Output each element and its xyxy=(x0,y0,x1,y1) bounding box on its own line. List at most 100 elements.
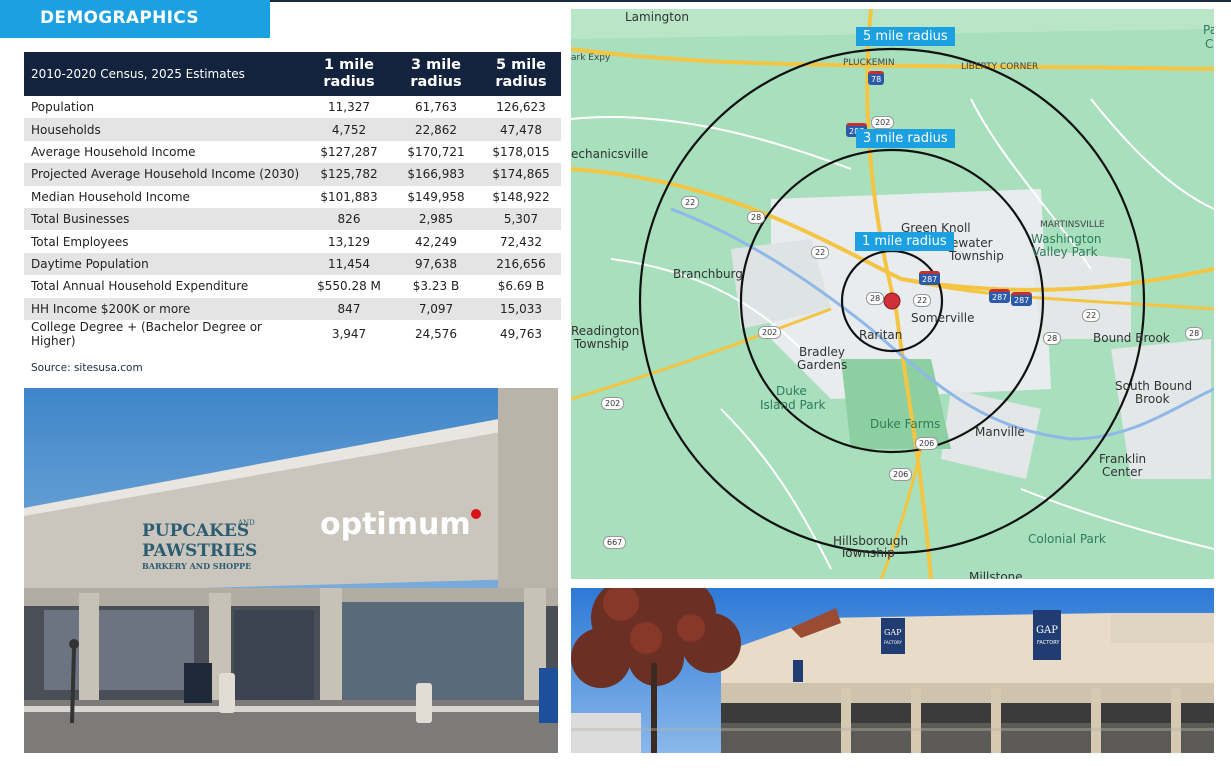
table-row: HH Income $200K or more 847 7,097 15,033 xyxy=(24,297,561,320)
map-place-label: Washington xyxy=(1031,232,1102,246)
cell-5-mile: $178,015 xyxy=(492,144,550,159)
map-place-label: Brook xyxy=(1135,392,1170,406)
row-label: Total Annual Household Expenditure xyxy=(31,279,249,294)
site-marker xyxy=(883,292,901,310)
table-header-row: 2010-2020 Census, 2025 Estimates 1 mile … xyxy=(24,52,561,96)
map-place-label: Township xyxy=(949,249,1004,263)
cell-1-mile: 3,947 xyxy=(331,326,367,341)
map-place-label: Pa xyxy=(1203,23,1214,37)
map-place-label: Island Park xyxy=(760,398,826,412)
cell-5-mile: 72,432 xyxy=(500,234,542,249)
table-row: Median Household Income $101,883 $149,958 $… xyxy=(24,186,561,208)
route-shield: 206 xyxy=(889,468,913,481)
cell-3-mile: $166,983 xyxy=(391,163,481,186)
route-shield: 287 xyxy=(989,289,1011,303)
map-place-label: Millstone xyxy=(969,570,1023,579)
row-label: Households xyxy=(24,118,307,141)
map-place-label: MARTINSVILLE xyxy=(1040,220,1105,230)
cell-5-mile: 49,763 xyxy=(500,326,542,341)
col-1-mile: 1 mile radius xyxy=(307,52,391,96)
optimum-logo-dot xyxy=(471,509,481,519)
cell-1-mile: $125,782 xyxy=(307,163,391,186)
storefront-photo-optimum: PUPCAKES AND PAWSTRIES BARKERY AND SHOPP… xyxy=(24,388,558,753)
cell-3-mile: 2,985 xyxy=(391,207,481,231)
row-label: HH Income $200K or more xyxy=(24,297,307,320)
table-row: Average Household Income $127,287 $170,721… xyxy=(24,141,561,163)
row-label: Projected Average Household Income (2030… xyxy=(24,163,307,186)
row-label: Average Household Income xyxy=(31,144,196,159)
map-place-label: LIBERTY CORNER xyxy=(961,62,1039,72)
row-label: Median Household Income xyxy=(31,189,190,204)
table-row: Projected Average Household Income (2030… xyxy=(24,163,561,186)
route-shield: 28 xyxy=(1043,332,1062,345)
cell-1-mile: 11,327 xyxy=(328,100,370,115)
table-row: Daytime Population 11,454 97,638 216,656 xyxy=(24,252,561,276)
row-label: Total Businesses xyxy=(24,207,307,231)
header-rule xyxy=(270,0,1231,2)
source-note: Source: sitesusa.com xyxy=(31,362,143,374)
cell-1-mile: $550.28 M xyxy=(317,279,381,294)
cell-3-mile: 42,249 xyxy=(415,234,457,249)
table-row: Households 4,752 22,862 47,478 xyxy=(24,118,561,141)
cell-5-mile: $148,922 xyxy=(492,189,550,204)
table-row: College Degree + (Bachelor Degree or Hig… xyxy=(24,320,561,348)
cell-1-mile: $127,287 xyxy=(320,144,378,159)
pupcakes-sign-line3: BARKERY AND SHOPPE xyxy=(142,561,251,571)
map-place-label: Colonial Park xyxy=(1028,532,1106,546)
cell-1-mile: 847 xyxy=(307,297,391,320)
map-place-label: Bound Brook xyxy=(1093,331,1170,345)
pupcakes-sign-amp: AND xyxy=(237,519,255,527)
radius-map: Lamington PLUCKEMIN LIBERTY CORNER echanics… xyxy=(571,9,1214,579)
map-place-label: Lamington xyxy=(625,10,689,24)
map-place-label: Manville xyxy=(975,425,1025,439)
table-row: Total Employees 13,129 42,249 72,432 xyxy=(24,230,561,252)
cell-3-mile: 97,638 xyxy=(391,252,481,276)
route-shield: 28 xyxy=(866,292,885,305)
cell-1-mile: 4,752 xyxy=(307,118,391,141)
row-label: College Degree + (Bachelor Degree or Hig… xyxy=(31,319,262,348)
pupcakes-sign-line2: PAWSTRIES xyxy=(142,541,257,561)
col-5-mile: 5 mile radius xyxy=(481,52,561,96)
map-place-label: South Bound xyxy=(1115,379,1193,393)
cell-1-mile: $101,883 xyxy=(320,189,378,204)
map-place-label: ark Expy xyxy=(571,53,611,63)
table-row: Total Businesses 826 2,985 5,307 xyxy=(24,207,561,231)
map-place-label: Somerville xyxy=(911,311,975,325)
table-row: Population 11,327 61,763 126,623 xyxy=(24,96,561,118)
cell-3-mile: $170,721 xyxy=(407,144,465,159)
map-place-label: Branchburg xyxy=(673,267,743,281)
map-place-label: Readington xyxy=(571,324,640,338)
map-place-label: Duke xyxy=(776,384,807,398)
map-place-label: Bradley xyxy=(799,345,845,359)
cell-5-mile: 47,478 xyxy=(481,118,561,141)
cell-5-mile: 216,656 xyxy=(481,252,561,276)
map-place-label: Franklin xyxy=(1099,452,1147,466)
gap-sign-small-sub: FACTORY xyxy=(884,640,903,645)
row-label: Total Employees xyxy=(31,234,129,249)
route-shield: 287 xyxy=(1011,292,1033,306)
cell-5-mile: 126,623 xyxy=(496,100,546,115)
map-place-label: echanicsville xyxy=(571,147,649,161)
route-shield: 202 xyxy=(601,397,625,410)
map-place-label: Township xyxy=(840,546,895,560)
route-shield: 206 xyxy=(915,437,939,450)
one-mile-label: 1 mile radius xyxy=(855,232,954,251)
cell-3-mile: 7,097 xyxy=(391,297,481,320)
map-place-label: C xyxy=(1205,37,1214,51)
gap-sign-far xyxy=(793,660,803,682)
gap-sign-large-text: GAP xyxy=(1036,625,1058,636)
cell-3-mile: $3.23 B xyxy=(412,279,460,294)
cell-3-mile: 24,576 xyxy=(415,326,457,341)
table-row: Total Annual Household Expenditure $550.2… xyxy=(24,275,561,297)
map-place-label: ewater xyxy=(951,236,993,250)
cell-1-mile: 826 xyxy=(307,207,391,231)
route-shield: 22 xyxy=(681,196,700,209)
gap-sign-small-text: GAP xyxy=(884,628,902,637)
cell-5-mile: $174,865 xyxy=(481,163,561,186)
map-place-label: Center xyxy=(1102,465,1143,479)
pupcakes-sign-line1: PUPCAKES xyxy=(142,521,249,541)
three-mile-label: 3 mile radius xyxy=(856,129,955,148)
col-3-mile: 3 mile radius xyxy=(391,52,481,96)
map-place-label: Raritan xyxy=(859,328,903,342)
route-shield: 287 xyxy=(919,271,941,285)
